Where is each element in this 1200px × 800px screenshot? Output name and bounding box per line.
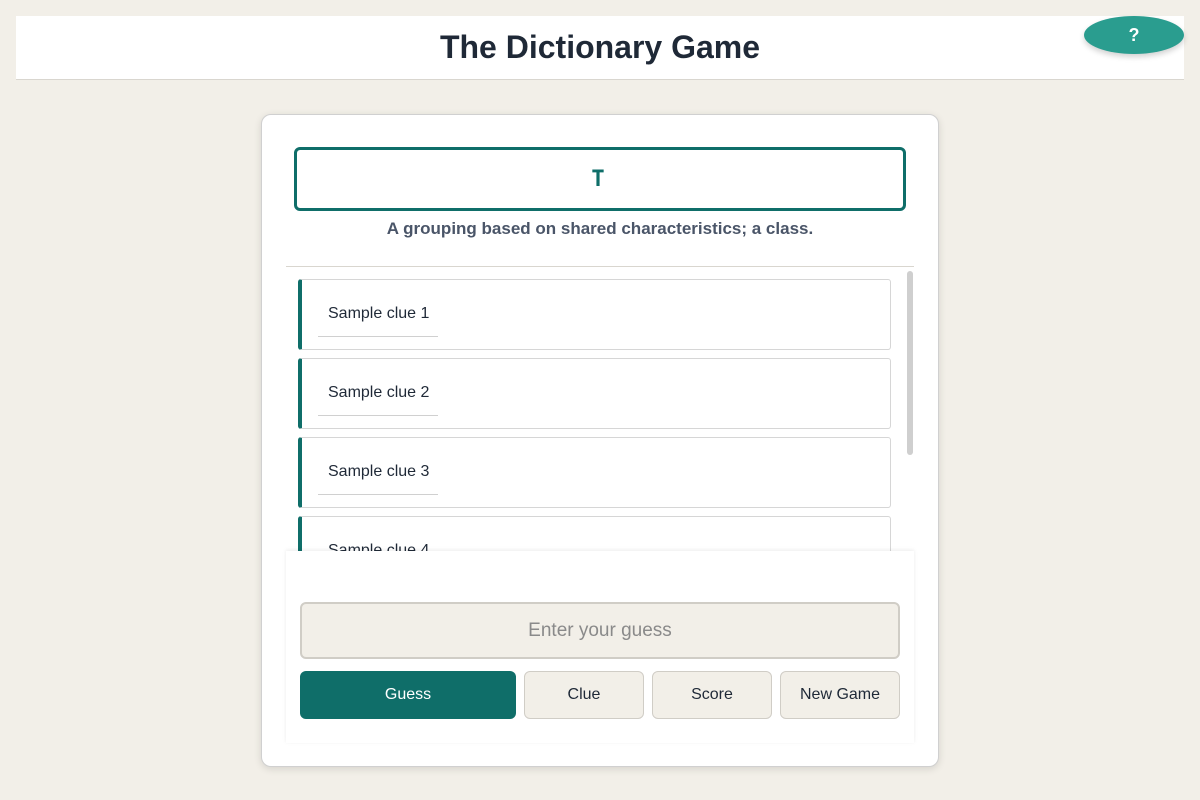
clue-underline — [318, 336, 438, 337]
word-display: T — [591, 166, 609, 192]
game-card: T A grouping based on shared characteris… — [261, 114, 939, 767]
clue-item: Sample clue 1 — [298, 279, 891, 350]
clue-list[interactable]: Sample clue 1 Sample clue 2 Sample clue … — [286, 267, 914, 551]
clue-button[interactable]: Clue — [524, 671, 644, 719]
clue-text: Sample clue 1 — [328, 305, 430, 322]
input-panel: Guess Clue Score New Game — [286, 551, 914, 743]
help-button[interactable]: ? — [1084, 16, 1184, 54]
clue-text: Sample clue 3 — [328, 463, 430, 480]
clue-item: Sample clue 4 — [298, 516, 891, 551]
clue-underline — [318, 494, 438, 495]
new-game-button[interactable]: New Game — [780, 671, 900, 719]
page-title: The Dictionary Game — [439, 29, 761, 65]
clue-text: Sample clue 2 — [328, 384, 430, 401]
clue-list-scrollbar[interactable] — [907, 271, 913, 455]
definition-text: A grouping based on shared characteristi… — [386, 219, 814, 238]
clue-item: Sample clue 2 — [298, 358, 891, 429]
header: The Dictionary Game ? — [16, 16, 1184, 80]
word-display-box: T — [294, 147, 906, 211]
clue-text: Sample clue 4 — [328, 542, 430, 551]
clue-item: Sample clue 3 — [298, 437, 891, 508]
clue-underline — [318, 415, 438, 416]
guess-button[interactable]: Guess — [300, 671, 516, 719]
score-button[interactable]: Score — [652, 671, 772, 719]
guess-input[interactable] — [300, 602, 900, 659]
